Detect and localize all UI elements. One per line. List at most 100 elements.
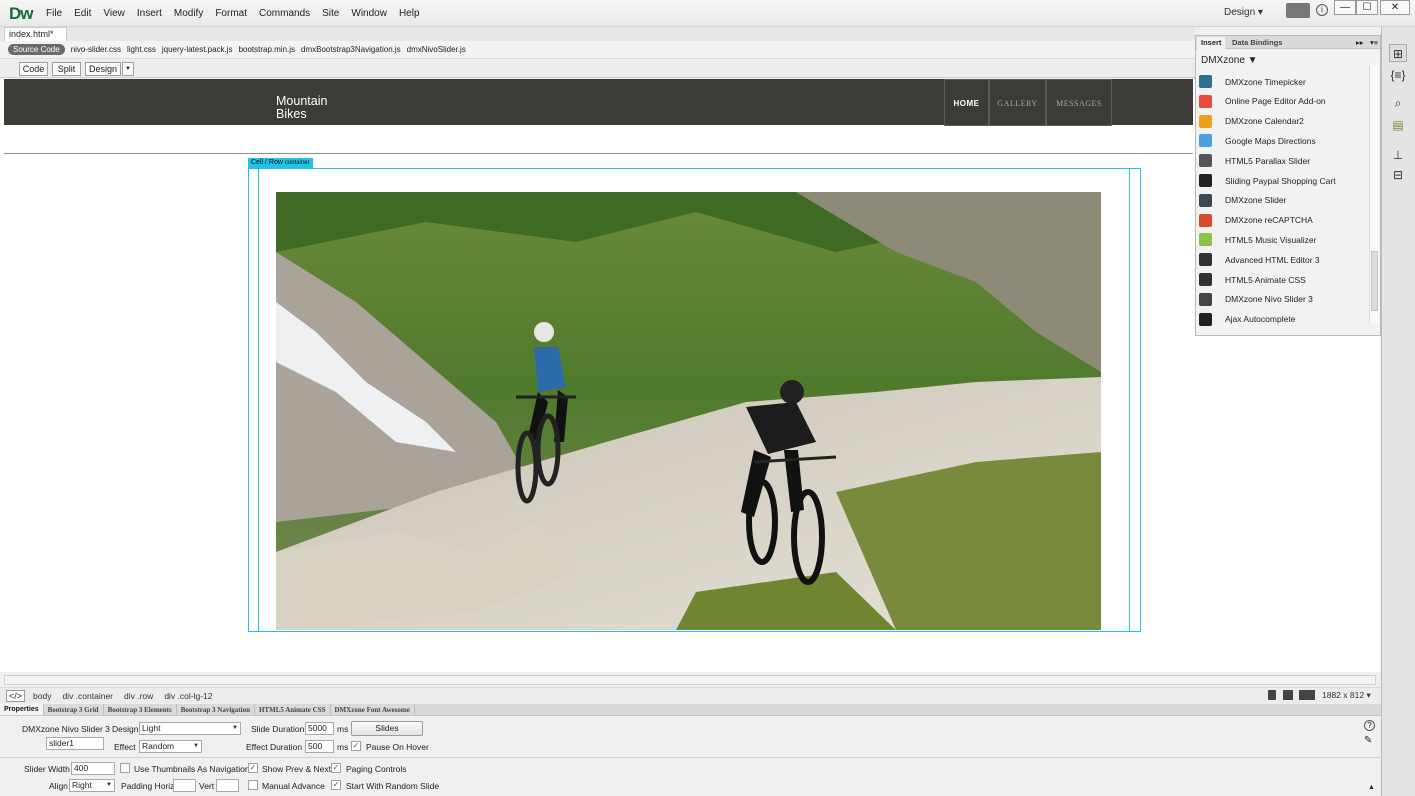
css-designer-icon[interactable]: {≡}	[1389, 66, 1407, 84]
related-file[interactable]: light.css	[127, 45, 156, 54]
tab-font-awesome[interactable]: DMXzone Font Awesome	[331, 704, 415, 715]
use-thumbnails-label: Use Thumbnails As Navigation	[134, 764, 250, 774]
collapse-icon[interactable]: ▲	[1368, 784, 1375, 791]
padding-vert-input[interactable]	[216, 779, 239, 792]
close-button[interactable]: ✕	[1380, 0, 1410, 15]
search-icon	[1199, 312, 1212, 326]
mobile-size-icon[interactable]	[1268, 690, 1276, 700]
tag-container[interactable]: div .container	[59, 691, 116, 701]
cell-row-tag: container	[284, 160, 310, 166]
insert-panel-icon[interactable]: ⊞	[1389, 44, 1407, 62]
use-thumbnails-checkbox[interactable]	[120, 763, 130, 773]
category-dropdown[interactable]: DMXzone ▼	[1201, 55, 1258, 66]
insert-item[interactable]: Advanced HTML Editor 3	[1199, 250, 1369, 269]
slide-duration-input[interactable]: 5000	[305, 722, 334, 735]
menu-insert[interactable]: Insert	[131, 8, 168, 19]
tab-data-bindings[interactable]: Data Bindings	[1228, 37, 1286, 49]
menu-help[interactable]: Help	[393, 8, 426, 19]
document-tab-bar	[0, 27, 1195, 41]
cell-row-label[interactable]: Cell / Row container	[248, 158, 313, 168]
code-view-button[interactable]: Code	[19, 62, 48, 76]
related-file[interactable]: dmxNivoSlider.js	[407, 45, 466, 54]
insert-item[interactable]: HTML5 Parallax Slider	[1199, 151, 1369, 170]
slider-width-input[interactable]: 400	[71, 762, 115, 775]
design-select[interactable]: Light	[139, 722, 241, 735]
workspace-switcher[interactable]: Design ▾	[1224, 7, 1263, 18]
effect-select[interactable]: Random	[139, 740, 202, 753]
tab-insert[interactable]: Insert	[1197, 37, 1226, 49]
nav-messages[interactable]: MESSAGES	[1046, 79, 1112, 126]
menu-modify[interactable]: Modify	[168, 8, 209, 19]
tab-properties[interactable]: Properties	[0, 704, 44, 715]
code-navigator-icon[interactable]: </>	[6, 689, 26, 702]
horizontal-scrollbar[interactable]	[4, 675, 1376, 685]
scroll-thumb[interactable]	[1371, 251, 1378, 311]
insert-item[interactable]: DMXzone Nivo Slider 3	[1199, 290, 1369, 309]
menu-view[interactable]: View	[97, 8, 131, 19]
maximize-button[interactable]: ☐	[1356, 0, 1378, 15]
site-brand[interactable]: Mountain Bikes	[276, 95, 346, 121]
snippets-icon[interactable]: ⊟	[1389, 166, 1407, 184]
files-icon[interactable]: ▤	[1389, 116, 1407, 134]
tablet-size-icon[interactable]	[1283, 690, 1293, 700]
effect-duration-input[interactable]: 500	[305, 740, 334, 753]
nivo-slider-image[interactable]	[276, 192, 1101, 630]
find-icon[interactable]: ⌕	[1389, 94, 1407, 112]
related-file[interactable]: nivo-slider.css	[71, 45, 121, 54]
tag-body[interactable]: body	[30, 691, 54, 701]
related-file[interactable]: jquery-latest.pack.js	[162, 45, 233, 54]
random-slide-checkbox[interactable]: ✓	[331, 780, 341, 790]
help-icon[interactable]: ?	[1364, 720, 1375, 731]
panel-menu-icon[interactable]: ▾≡	[1366, 37, 1382, 49]
manual-advance-label: Manual Advance	[262, 781, 325, 791]
insert-item[interactable]: Sliding Paypal Shopping Cart	[1199, 171, 1369, 190]
padding-horiz-input[interactable]	[173, 779, 196, 792]
menu-file[interactable]: File	[40, 8, 68, 19]
insert-item-label: DMXzone Calendar2	[1225, 116, 1304, 127]
tab-bootstrap-grid[interactable]: Bootstrap 3 Grid	[44, 704, 104, 715]
pause-on-hover-checkbox[interactable]: ✓	[351, 741, 361, 751]
info-icon[interactable]: i	[1316, 4, 1328, 16]
window-size-dropdown[interactable]: 1882 x 812 ▾	[1322, 690, 1371, 701]
edit-rule-icon[interactable]: ✎	[1364, 735, 1372, 746]
align-select[interactable]: Right	[69, 779, 115, 792]
paging-controls-checkbox[interactable]: ✓	[331, 763, 341, 773]
minimize-button[interactable]: —	[1334, 0, 1356, 15]
panel-scrollbar[interactable]	[1369, 65, 1379, 324]
insert-item[interactable]: DMXzone reCAPTCHA	[1199, 211, 1369, 230]
slides-button[interactable]: Slides	[351, 721, 423, 736]
id-input[interactable]: slider1	[46, 737, 104, 750]
insert-item[interactable]: Google Maps Directions	[1199, 131, 1369, 150]
nav-home[interactable]: HOME	[944, 79, 989, 126]
menu-commands[interactable]: Commands	[253, 8, 316, 19]
tag-col[interactable]: div .col-lg-12	[161, 691, 215, 701]
menu-site[interactable]: Site	[316, 8, 345, 19]
insert-item[interactable]: Ajax Autocomplete	[1199, 310, 1369, 329]
desktop-size-icon[interactable]	[1299, 690, 1315, 700]
tab-bootstrap-navigation[interactable]: Bootstrap 3 Navigation	[177, 704, 255, 715]
document-tab[interactable]: index.html* ×	[4, 27, 67, 49]
split-view-button[interactable]: Split	[52, 62, 81, 76]
insert-item[interactable]: HTML5 Music Visualizer	[1199, 230, 1369, 249]
menu-format[interactable]: Format	[209, 8, 253, 19]
related-file[interactable]: bootstrap.min.js	[239, 45, 295, 54]
dom-icon[interactable]: ⊥	[1389, 146, 1407, 164]
show-prev-next-checkbox[interactable]: ✓	[248, 763, 258, 773]
tab-animate-css[interactable]: HTML5 Animate CSS	[255, 704, 331, 715]
insert-item[interactable]: Online Page Editor Add-on	[1199, 92, 1369, 111]
nav-gallery[interactable]: GALLERY	[989, 79, 1046, 126]
insert-item[interactable]: DMXzone Timepicker	[1199, 72, 1369, 91]
tag-row[interactable]: div .row	[121, 691, 156, 701]
design-view-button[interactable]: Design	[85, 62, 121, 76]
tab-bootstrap-elements[interactable]: Bootstrap 3 Elements	[104, 704, 177, 715]
source-code-button[interactable]: Source Code	[8, 44, 65, 55]
sync-settings-icon[interactable]	[1286, 3, 1310, 18]
manual-advance-checkbox[interactable]	[248, 780, 258, 790]
menu-edit[interactable]: Edit	[68, 8, 97, 19]
menu-window[interactable]: Window	[345, 8, 393, 19]
insert-item[interactable]: HTML5 Animate CSS	[1199, 270, 1369, 289]
view-options-dropdown[interactable]: ▼	[122, 62, 134, 76]
insert-item[interactable]: DMXzone Slider	[1199, 191, 1369, 210]
insert-item[interactable]: DMXzone Calendar2	[1199, 112, 1369, 131]
related-file[interactable]: dmxBootstrap3Navigation.js	[301, 45, 401, 54]
